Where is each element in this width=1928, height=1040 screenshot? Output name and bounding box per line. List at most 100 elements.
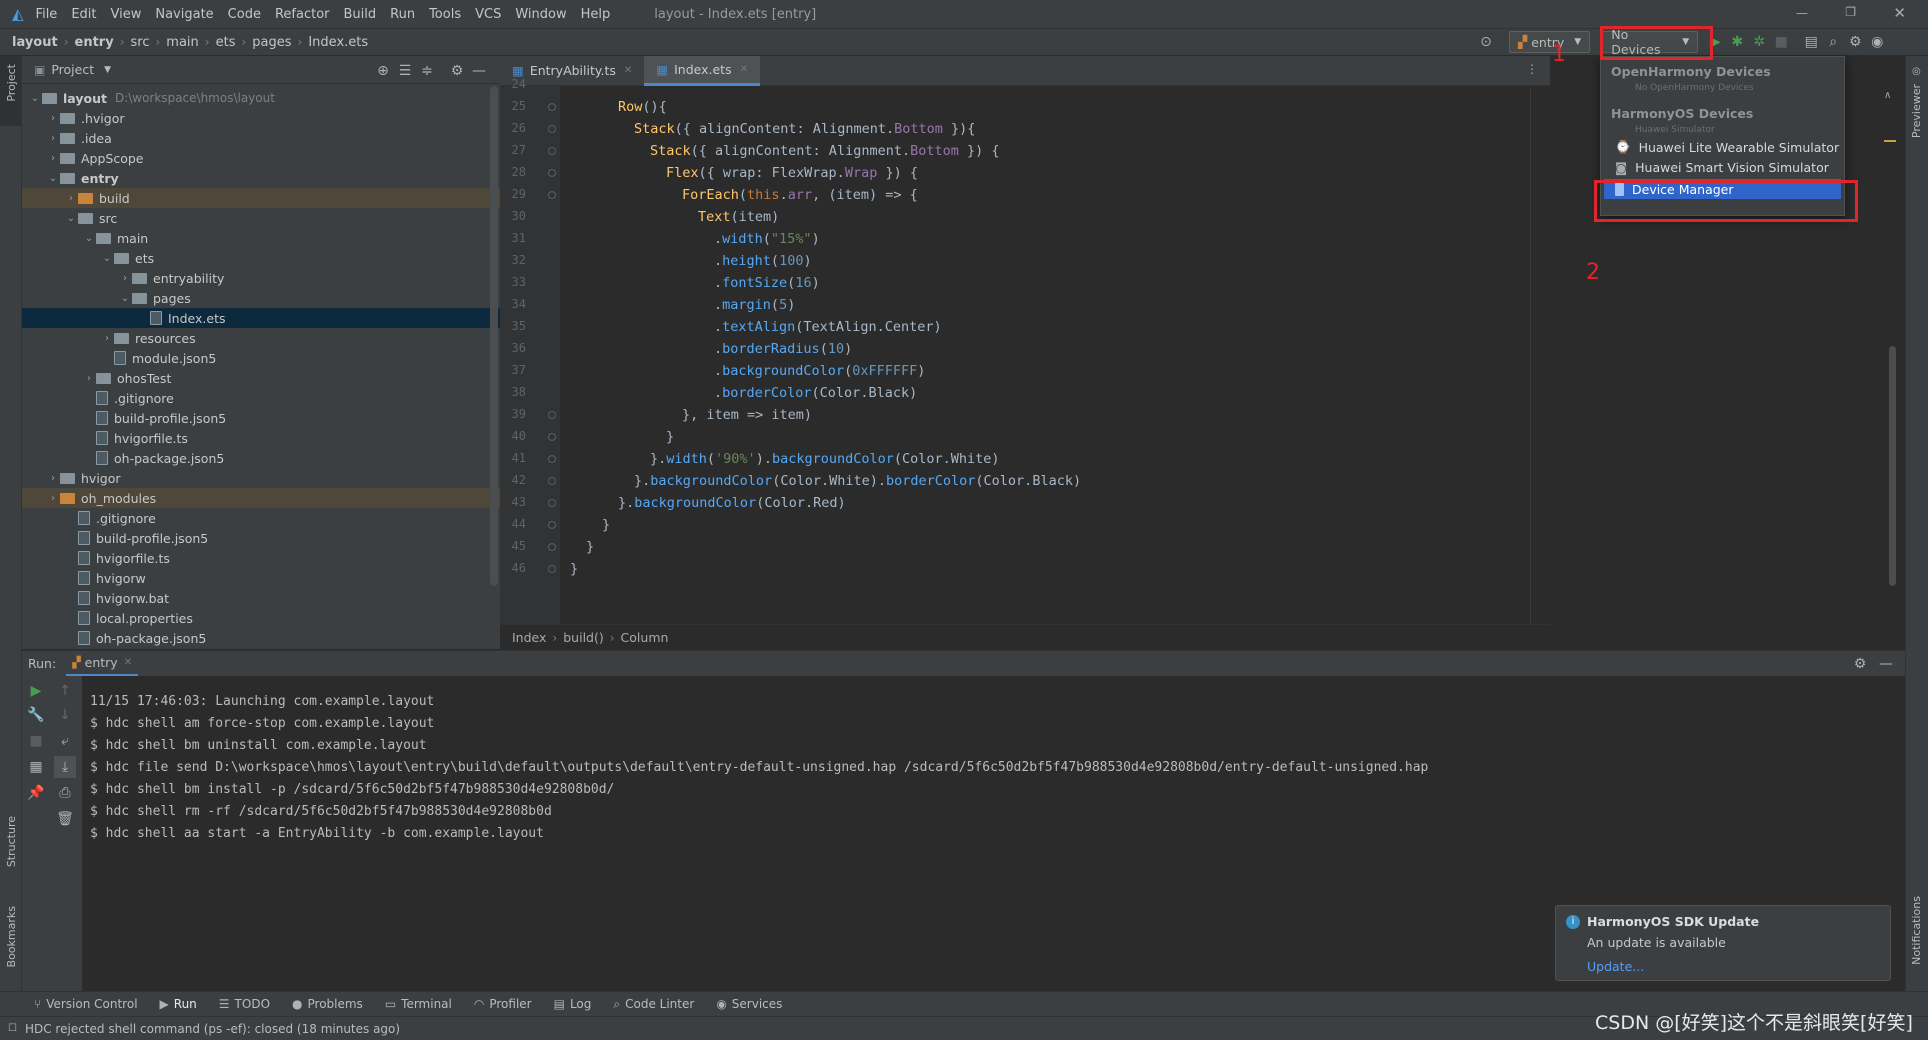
fold-marker-icon[interactable] xyxy=(548,147,556,155)
trash-icon[interactable]: 🗑 xyxy=(54,808,76,830)
project-panel-title[interactable]: Project xyxy=(51,62,94,77)
tab-index[interactable]: ▦ Index.ets ✕ xyxy=(644,55,760,86)
chevron-right-icon[interactable]: › xyxy=(46,153,60,164)
menu-item-window[interactable]: Window xyxy=(515,7,566,22)
tree-item[interactable]: hvigorw xyxy=(22,568,500,588)
menu-item-view[interactable]: View xyxy=(111,7,142,22)
breadcrumb-item[interactable]: Column xyxy=(621,630,669,645)
previewer-tool-button[interactable]: Previewer xyxy=(1910,84,1923,138)
scroll-to-end-icon[interactable]: ⤓ xyxy=(54,756,76,778)
menu-item-vcs[interactable]: VCS xyxy=(475,7,501,22)
menu-item-navigate[interactable]: Navigate xyxy=(155,7,213,22)
tree-item[interactable]: build-profile.json5 xyxy=(22,408,500,428)
tree-item[interactable]: oh-package.json5 xyxy=(22,448,500,468)
close-button[interactable]: ✕ xyxy=(1893,4,1906,22)
tree-item[interactable]: ⌄ entry xyxy=(22,168,500,188)
tree-item[interactable]: oh-package.json5 xyxy=(22,628,500,648)
status-message[interactable]: HDC rejected shell command (ps -ef): clo… xyxy=(25,1022,400,1036)
rerun-icon[interactable]: ▶ xyxy=(25,680,47,702)
scroll-down-icon[interactable]: ↓ xyxy=(54,704,76,726)
menu-item-help[interactable]: Help xyxy=(581,7,611,22)
tree-item[interactable]: › build xyxy=(22,188,500,208)
menu-item-build[interactable]: Build xyxy=(344,7,377,22)
tool-window-profiler[interactable]: ◠ Profiler xyxy=(474,997,532,1011)
pin-icon[interactable]: 📌 xyxy=(25,782,47,804)
notifications-tool-button[interactable]: Notifications xyxy=(1910,896,1923,965)
wrench-icon[interactable]: 🔧 xyxy=(25,704,47,726)
chevron-down-icon[interactable]: ⌄ xyxy=(28,93,42,104)
tree-item[interactable]: hvigorfile.ts xyxy=(22,548,500,568)
breadcrumb-item[interactable]: Index.ets xyxy=(308,35,368,50)
editor-scrollbar[interactable] xyxy=(1889,346,1896,586)
tree-item[interactable]: .gitignore xyxy=(22,508,500,528)
tool-window-problems[interactable]: ● Problems xyxy=(292,997,363,1011)
gear-icon[interactable]: ⚙ xyxy=(1849,653,1871,675)
stop-icon[interactable]: ■ xyxy=(25,730,47,752)
tool-window-code-linter[interactable]: ⌕ Code Linter xyxy=(613,997,694,1012)
gear-icon[interactable]: ⚙ xyxy=(446,60,468,82)
code-editor[interactable]: Row(){ Stack({ alignContent: Alignment.B… xyxy=(560,86,1580,624)
scroll-up-icon[interactable]: ↑ xyxy=(54,680,76,702)
run-tab-entry[interactable]: ▞ entry ✕ xyxy=(66,651,139,677)
project-structure-icon[interactable]: ▤ xyxy=(1800,31,1822,53)
tree-item[interactable]: hvigorw.bat xyxy=(22,588,500,608)
expand-all-icon[interactable]: ☰ xyxy=(394,60,416,82)
tree-item[interactable]: › AppScope xyxy=(22,148,500,168)
tree-item[interactable]: › resources xyxy=(22,328,500,348)
project-scrollbar[interactable] xyxy=(490,86,498,586)
fold-marker-icon[interactable] xyxy=(548,477,556,485)
tree-item[interactable]: ⌄ pages xyxy=(22,288,500,308)
fold-marker-icon[interactable] xyxy=(548,169,556,177)
editor-split-divider[interactable] xyxy=(1530,86,1531,624)
tool-window-log[interactable]: ▤ Log xyxy=(554,997,592,1011)
tree-item[interactable]: ⌄ ets xyxy=(22,248,500,268)
tree-item[interactable]: › oh_modules xyxy=(22,488,500,508)
fold-marker-icon[interactable] xyxy=(548,455,556,463)
chevron-right-icon[interactable]: › xyxy=(82,373,96,384)
tree-item[interactable]: ⌄ src xyxy=(22,208,500,228)
fold-marker-icon[interactable] xyxy=(548,543,556,551)
close-icon[interactable]: ✕ xyxy=(624,65,632,76)
chevron-right-icon[interactable]: › xyxy=(64,193,78,204)
breadcrumb-item[interactable]: build() xyxy=(563,630,604,645)
menu-item-file[interactable]: File xyxy=(36,7,58,22)
close-icon[interactable]: ✕ xyxy=(740,64,748,75)
breadcrumb-item[interactable]: layout xyxy=(12,35,58,50)
stop-icon[interactable]: ■ xyxy=(1770,31,1792,53)
menu-item-refactor[interactable]: Refactor xyxy=(275,7,330,22)
tool-window-terminal[interactable]: ▭ Terminal xyxy=(385,997,452,1011)
tree-item[interactable]: › ohosTest xyxy=(22,368,500,388)
breadcrumb-item[interactable]: entry xyxy=(75,35,114,50)
chevron-down-icon[interactable]: ⌄ xyxy=(46,173,60,184)
dropdown-item-smart-vision-simulator[interactable]: ◙ Huawei Smart Vision Simulator xyxy=(1601,157,1844,177)
restore-button[interactable]: ❐ xyxy=(1845,5,1856,19)
chevron-right-icon[interactable]: › xyxy=(46,133,60,144)
fold-marker-icon[interactable] xyxy=(548,521,556,529)
hide-icon[interactable]: — xyxy=(468,60,490,82)
chevron-right-icon[interactable]: › xyxy=(46,113,60,124)
close-icon[interactable]: ✕ xyxy=(124,657,132,668)
locate-file-icon[interactable]: ⊕ xyxy=(372,60,394,82)
minimize-button[interactable]: — xyxy=(1796,6,1808,20)
run-config-select[interactable]: ▞ entry ▼ xyxy=(1509,31,1591,53)
layout-icon[interactable]: ▦ xyxy=(25,756,47,778)
tree-item[interactable]: › .idea xyxy=(22,128,500,148)
tool-window-version-control[interactable]: ⑂ Version Control xyxy=(34,997,138,1011)
print-icon[interactable]: ⎙ xyxy=(54,782,76,804)
fold-marker-icon[interactable] xyxy=(548,125,556,133)
dropdown-item-wearable-simulator[interactable]: ⌚ Huawei Lite Wearable Simulator xyxy=(1601,137,1844,157)
chevron-right-icon[interactable]: › xyxy=(46,493,60,504)
structure-tool-button[interactable]: Structure xyxy=(5,816,18,867)
chevron-down-icon[interactable]: ⌄ xyxy=(100,253,114,264)
fold-marker-icon[interactable] xyxy=(548,433,556,441)
attach-debugger-icon[interactable]: ✲ xyxy=(1748,31,1770,53)
chevron-right-icon[interactable]: › xyxy=(46,473,60,484)
breadcrumb-item[interactable]: ets xyxy=(216,35,236,50)
more-icon[interactable]: ⋮ xyxy=(1526,62,1538,76)
target-icon[interactable]: ⊙ xyxy=(1475,31,1497,53)
tree-item[interactable]: ⌄ layout D:\workspace\hmos\layout xyxy=(22,88,500,108)
chevron-up-icon[interactable]: ∧ xyxy=(1884,90,1891,101)
tree-item[interactable]: › entryability xyxy=(22,268,500,288)
tree-item[interactable]: ⌄ main xyxy=(22,228,500,248)
tree-item[interactable]: local.properties xyxy=(22,608,500,628)
